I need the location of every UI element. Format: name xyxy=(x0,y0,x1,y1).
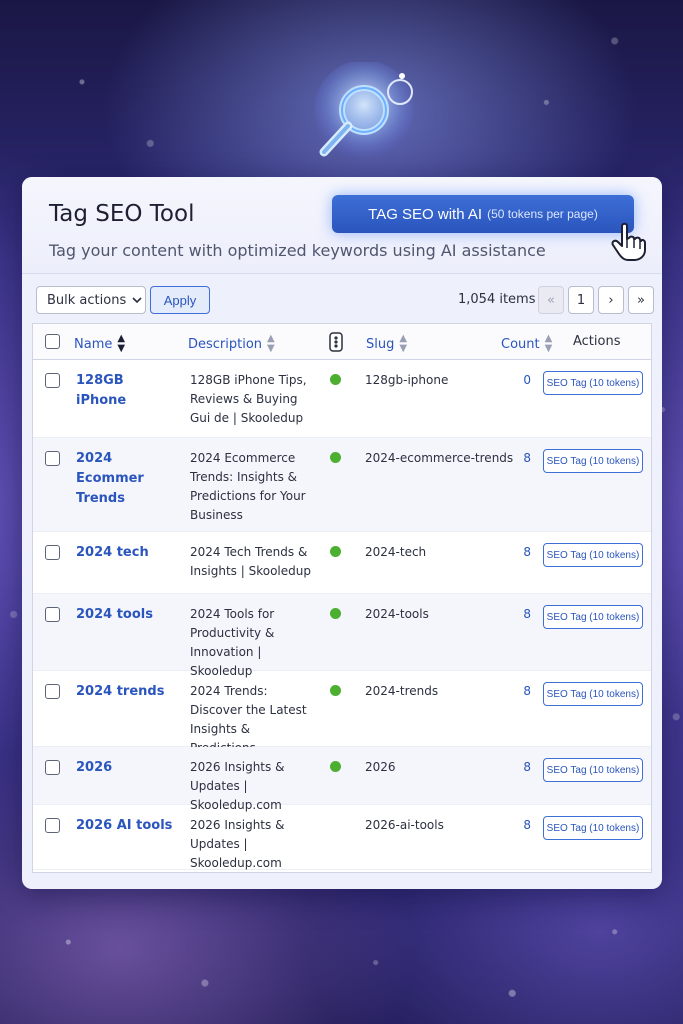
tags-table: Name ▲ ▼ Description ▲ ▼ Slug ▲ ▼ Count ▲ ▼ xyxy=(32,323,652,873)
panel-header: Tag SEO Tool Tag your content with optim… xyxy=(22,177,662,274)
tag-seo-ai-button[interactable]: TAG SEO with AI (50 tokens per page) xyxy=(332,195,634,233)
seo-tag-button[interactable]: SEO Tag (10 tokens) xyxy=(543,816,643,840)
table-row: 2024 tools 2024 Tools for Productivity & … xyxy=(33,594,651,678)
column-description[interactable]: Description ▲ ▼ xyxy=(188,334,275,354)
tag-slug: 2024-ecommerce-trends xyxy=(365,451,514,465)
tag-name-link[interactable]: 2026 AI tools xyxy=(76,816,178,836)
last-page-button[interactable]: » xyxy=(628,286,654,314)
sort-icon: ▲ ▼ xyxy=(267,333,275,354)
table-row: 2026 AI tools 2026 Insights & Updates | S… xyxy=(33,805,651,870)
current-page-input[interactable]: 1 xyxy=(568,286,594,314)
status-indicator-icon xyxy=(329,332,343,352)
ai-button-cost: (50 tokens per page) xyxy=(487,207,598,221)
tag-count[interactable]: 8 xyxy=(513,449,531,468)
tag-name-link[interactable]: 128GB iPhone xyxy=(76,371,178,411)
items-count: 1,054 items xyxy=(458,292,536,307)
tag-description: 2024 Ecommerce Trends: Insights & Predic… xyxy=(190,451,306,522)
table-row: 2024 tech 2024 Tech Trends & Insights | S… xyxy=(33,532,651,594)
sort-icon: ▲ ▼ xyxy=(117,333,126,354)
row-checkbox[interactable] xyxy=(45,451,60,466)
row-checkbox[interactable] xyxy=(45,607,60,622)
tag-description: 2024 Tech Trends & Insights | Skooledup xyxy=(190,545,311,578)
table-body: 128GB iPhone 128GB iPhone Tips, Reviews &… xyxy=(33,360,651,870)
column-count-label: Count xyxy=(501,336,540,352)
row-checkbox[interactable] xyxy=(45,760,60,775)
sort-icon: ▲ ▼ xyxy=(399,333,408,354)
bulk-actions-label: Bulk actions xyxy=(47,292,127,308)
tag-name-link[interactable]: 2026 xyxy=(76,758,178,778)
table-header: Name ▲ ▼ Description ▲ ▼ Slug ▲ ▼ Count ▲ ▼ xyxy=(33,324,651,360)
first-page-button[interactable]: « xyxy=(538,286,564,314)
table-row: 128GB iPhone 128GB iPhone Tips, Reviews &… xyxy=(33,360,651,438)
tag-count[interactable]: 0 xyxy=(513,371,531,390)
tag-slug: 2024-tools xyxy=(365,607,429,621)
status-dot-icon xyxy=(330,452,341,463)
tag-name-link[interactable]: 2024 tools xyxy=(76,605,178,625)
tag-count[interactable]: 8 xyxy=(513,758,531,777)
chevron-down-icon xyxy=(132,296,142,303)
column-count[interactable]: Count ▲ ▼ xyxy=(501,334,552,354)
status-dot-icon xyxy=(330,374,341,385)
tag-slug: 2024-tech xyxy=(365,545,427,559)
row-checkbox[interactable] xyxy=(45,545,60,560)
seo-tag-button[interactable]: SEO Tag (10 tokens) xyxy=(543,371,643,395)
page-title: Tag SEO Tool xyxy=(49,201,195,227)
next-page-button[interactable]: › xyxy=(598,286,624,314)
select-all-checkbox[interactable] xyxy=(45,334,60,349)
column-description-label: Description xyxy=(188,336,263,352)
tag-description: 2024 Tools for Productivity & Innovation… xyxy=(190,607,275,678)
row-checkbox[interactable] xyxy=(45,818,60,833)
column-slug[interactable]: Slug ▲ ▼ xyxy=(366,334,407,354)
table-row: 2024 trends 2024 Trends: Discover the Lat… xyxy=(33,671,651,755)
seo-tag-button[interactable]: SEO Tag (10 tokens) xyxy=(543,605,643,629)
seo-tag-button[interactable]: SEO Tag (10 tokens) xyxy=(543,682,643,706)
tag-count[interactable]: 8 xyxy=(513,543,531,562)
seo-tag-button[interactable]: SEO Tag (10 tokens) xyxy=(543,758,643,782)
status-dot-icon xyxy=(330,608,341,619)
status-dot-icon xyxy=(330,685,341,696)
row-checkbox[interactable] xyxy=(45,373,60,388)
sort-icon: ▲ ▼ xyxy=(544,333,553,354)
tag-seo-panel: Tag SEO Tool Tag your content with optim… xyxy=(22,177,662,889)
magnifier-icon xyxy=(314,62,414,160)
column-actions: Actions xyxy=(573,334,621,349)
column-slug-label: Slug xyxy=(366,336,395,352)
tag-name-link[interactable]: 2024 Ecommer Trends xyxy=(76,449,178,509)
tag-name-link[interactable]: 2024 tech xyxy=(76,543,178,563)
apply-button[interactable]: Apply xyxy=(150,286,210,314)
column-name[interactable]: Name ▲ ▼ xyxy=(74,334,125,354)
hand-pointer-icon xyxy=(611,222,646,261)
tag-slug: 2024-trends xyxy=(365,684,439,698)
bulk-actions-select[interactable]: Bulk actions xyxy=(36,286,146,314)
tag-slug: 2026-ai-tools xyxy=(365,818,444,832)
tag-count[interactable]: 8 xyxy=(513,682,531,701)
tag-count[interactable]: 8 xyxy=(513,605,531,624)
seo-tag-button[interactable]: SEO Tag (10 tokens) xyxy=(543,449,643,473)
column-name-label: Name xyxy=(74,336,113,352)
tag-name-link[interactable]: 2024 trends xyxy=(76,682,178,702)
tag-count[interactable]: 8 xyxy=(513,816,531,835)
seo-tag-button[interactable]: SEO Tag (10 tokens) xyxy=(543,543,643,567)
status-dot-icon xyxy=(330,546,341,557)
tag-description: 128GB iPhone Tips, Reviews & Buying Gui … xyxy=(190,373,307,425)
table-row: 2024 Ecommer Trends 2024 Ecommerce Trends… xyxy=(33,438,651,532)
tag-slug: 128gb-iphone xyxy=(365,373,449,387)
table-row: 2026 2026 Insights & Updates | Skooledup.… xyxy=(33,747,651,812)
tag-slug: 2026 xyxy=(365,760,396,774)
tag-description: 2026 Insights & Updates | Skooledup.com xyxy=(190,818,285,870)
row-checkbox[interactable] xyxy=(45,684,60,699)
page-subtitle: Tag your content with optimized keywords… xyxy=(49,241,546,260)
status-dot-icon xyxy=(330,761,341,772)
ai-button-label: TAG SEO with AI xyxy=(368,205,483,223)
